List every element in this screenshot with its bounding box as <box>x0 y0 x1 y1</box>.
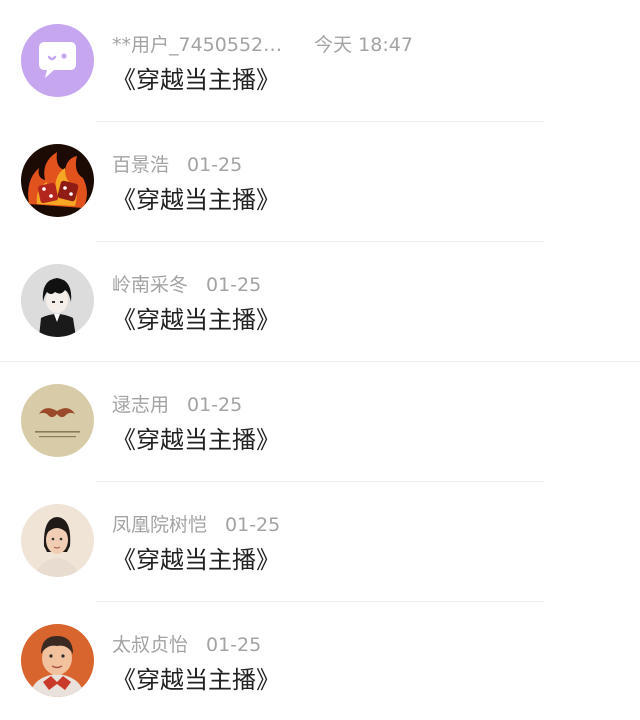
avatar[interactable] <box>21 384 94 457</box>
comment-time: 01-25 <box>225 514 281 536</box>
child-photo-avatar-icon <box>21 624 94 697</box>
comment-username[interactable]: 太叔贞怡 <box>112 632 188 658</box>
flaming-dice-avatar-icon <box>21 144 94 217</box>
comment-username[interactable]: **用户_7450552… <box>112 32 282 58</box>
chat-bubble-default-avatar-icon <box>21 24 94 97</box>
comment-time: 今天 18:47 <box>314 34 413 56</box>
avatar[interactable] <box>21 504 94 577</box>
comment-item[interactable]: 逯志用 01-25 《穿越当主播》 <box>0 360 640 482</box>
comment-time: 01-25 <box>187 154 243 176</box>
comment-list: **用户_7450552… 今天 18:47 《穿越当主播》 百景浩 01-25 《… <box>0 0 640 720</box>
comment-time: 01-25 <box>206 634 262 656</box>
comment-item[interactable]: **用户_7450552… 今天 18:47 《穿越当主播》 <box>0 0 640 122</box>
comment-time: 01-25 <box>206 274 262 296</box>
avatar[interactable] <box>21 624 94 697</box>
comment-username[interactable]: 逯志用 <box>112 392 169 418</box>
comment-text: 《穿越当主播》 <box>112 66 280 94</box>
comment-item[interactable]: 太叔贞怡 01-25 《穿越当主播》 <box>0 600 640 720</box>
avatar[interactable] <box>21 264 94 337</box>
comment-text: 《穿越当主播》 <box>112 306 280 334</box>
comment-text: 《穿越当主播》 <box>112 186 280 214</box>
comment-item[interactable]: 凤凰院树恺 01-25 《穿越当主播》 <box>0 480 640 602</box>
comment-text: 《穿越当主播》 <box>112 546 280 574</box>
comment-item[interactable]: 岭南采冬 01-25 《穿越当主播》 <box>0 240 640 362</box>
avatar[interactable] <box>21 24 94 97</box>
comment-username[interactable]: 凤凰院树恺 <box>112 512 207 538</box>
mustache-avatar-icon <box>21 384 94 457</box>
comment-text: 《穿越当主播》 <box>112 666 280 694</box>
comment-time: 01-25 <box>187 394 243 416</box>
comment-item[interactable]: 百景浩 01-25 《穿越当主播》 <box>0 120 640 242</box>
comment-text: 《穿越当主播》 <box>112 426 280 454</box>
anime-boy-avatar-icon <box>21 264 94 337</box>
comment-username[interactable]: 岭南采冬 <box>112 272 188 298</box>
girl-photo-avatar-icon <box>21 504 94 577</box>
avatar[interactable] <box>21 144 94 217</box>
comment-username[interactable]: 百景浩 <box>112 152 169 178</box>
